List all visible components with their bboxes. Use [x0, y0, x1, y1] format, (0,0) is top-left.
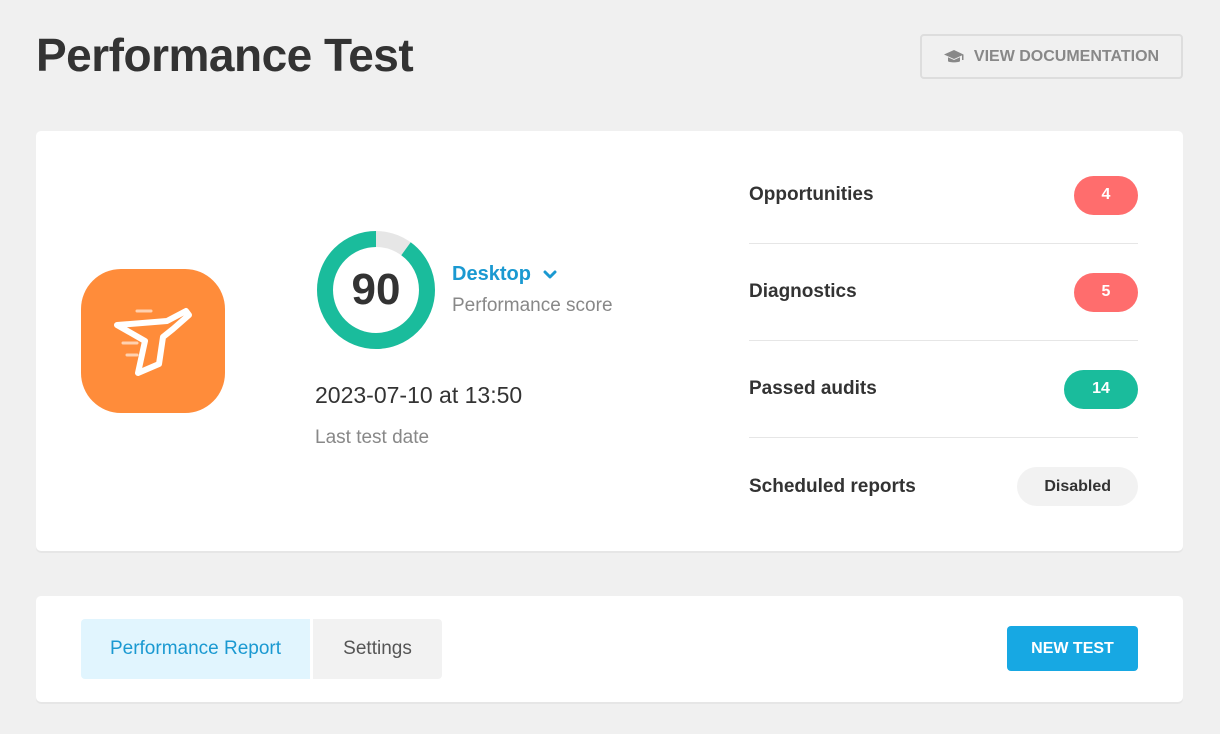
view-documentation-button[interactable]: VIEW DOCUMENTATION [920, 34, 1183, 79]
stat-label: Opportunities [749, 184, 874, 205]
stat-row-diagnostics[interactable]: Diagnostics 5 [749, 244, 1138, 341]
stat-label: Diagnostics [749, 281, 857, 302]
stat-row-opportunities[interactable]: Opportunities 4 [749, 147, 1138, 244]
tab-settings[interactable]: Settings [313, 619, 442, 679]
new-test-button[interactable]: NEW TEST [1007, 626, 1138, 671]
last-test-date-label: Last test date [315, 427, 430, 448]
diagnostics-count-badge: 5 [1074, 272, 1138, 312]
stat-label: Scheduled reports [749, 475, 916, 497]
summary-card: 90 Desktop Performance score 2023-07-10 … [36, 131, 1183, 551]
page-title: Performance Test [36, 29, 414, 81]
device-label: Desktop [452, 263, 531, 285]
report-tabs-card: Performance Report Settings NEW TEST [36, 596, 1183, 702]
opportunities-count-badge: 4 [1074, 175, 1138, 215]
graduation-cap-icon [943, 49, 964, 62]
scheduled-reports-status-badge: Disabled [1017, 467, 1138, 506]
view-documentation-label: VIEW DOCUMENTATION [973, 47, 1160, 65]
stat-label: Passed audits [749, 378, 877, 399]
stat-row-scheduled-reports[interactable]: Scheduled reports Disabled [749, 438, 1138, 535]
device-dropdown[interactable]: Desktop [452, 263, 557, 286]
hummingbird-icon [81, 269, 225, 413]
last-test-date: 2023-07-10 at 13:50 [315, 382, 523, 408]
stat-row-passed-audits[interactable]: Passed audits 14 [749, 341, 1138, 438]
score-label: Performance score [452, 295, 613, 316]
chevron-down-icon [543, 270, 557, 278]
performance-score: 90 [351, 265, 401, 314]
stats-list: Opportunities 4 Diagnostics 5 Passed aud… [749, 147, 1138, 535]
tab-performance-report[interactable]: Performance Report [81, 619, 310, 679]
passed-audits-count-badge: 14 [1064, 369, 1138, 409]
